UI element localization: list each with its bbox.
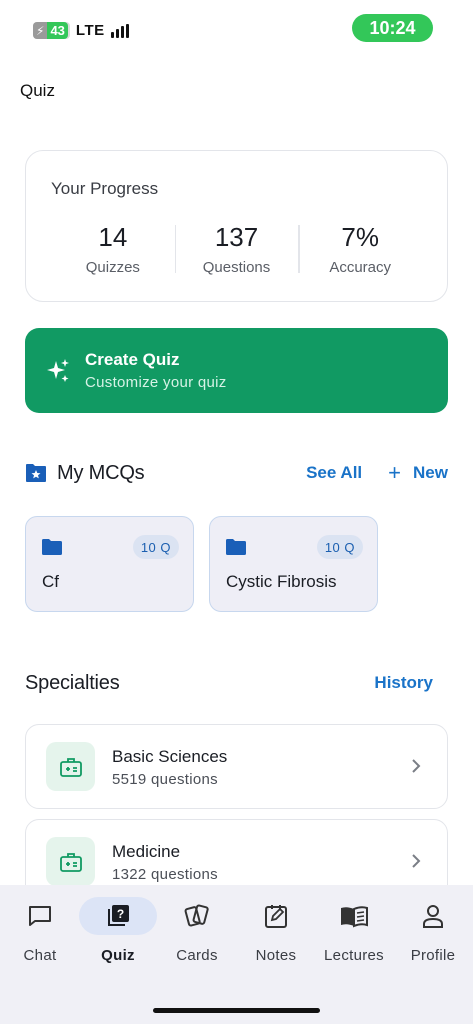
new-mcq-button[interactable]: + New <box>388 462 448 484</box>
my-mcqs-actions: See All + New <box>306 462 448 484</box>
battery-indicator: ⚡ 43 <box>33 22 70 39</box>
specialties-actions: History <box>374 673 448 693</box>
book-icon <box>315 897 393 935</box>
create-quiz-button[interactable]: Create Quiz Customize your quiz <box>25 328 448 413</box>
sparkles-icon <box>47 359 69 382</box>
my-mcqs-header: My MCQs See All + New <box>25 460 448 486</box>
progress-card: Your Progress 14 Quizzes 137 Questions 7… <box>25 150 448 302</box>
status-left: ⚡ 43 LTE <box>33 22 129 39</box>
my-mcqs-title: My MCQs <box>57 461 145 484</box>
tab-lectures[interactable]: Lectures <box>315 897 393 977</box>
stat-value: 14 <box>98 222 128 252</box>
new-label: New <box>413 463 448 482</box>
specialty-name: Basic Sciences <box>112 747 228 766</box>
tab-label: Lectures <box>324 947 384 964</box>
folder-icon <box>226 539 246 555</box>
stat-label: Questions <box>202 259 271 276</box>
stat-label: Quizzes <box>85 259 140 276</box>
specialty-count: 5519 questions <box>112 771 218 788</box>
folder-star-icon <box>26 464 46 482</box>
folder-icon <box>42 539 62 555</box>
stat-value: 137 <box>214 222 259 252</box>
status-time[interactable]: 10:24 <box>352 14 433 42</box>
home-indicator[interactable] <box>153 1008 320 1013</box>
medical-id-icon <box>46 837 95 886</box>
charging-icon: ⚡ <box>33 22 48 39</box>
folder-name: Cystic Fibrosis <box>226 572 337 591</box>
history-link[interactable]: History <box>374 673 433 693</box>
specialty-count: 1322 questions <box>112 866 218 883</box>
chevron-right-icon <box>412 759 421 773</box>
battery-level: 43 <box>47 22 68 39</box>
specialty-card[interactable]: Basic Sciences 5519 questions <box>25 724 448 809</box>
bottom-tab-bar: Chat ? Quiz Cards Notes Lectures Profile <box>0 885 473 1024</box>
mcq-folder-card[interactable]: 10 Q Cystic Fibrosis <box>209 516 378 612</box>
specialties-title: Specialties <box>25 671 120 694</box>
tab-notes[interactable]: Notes <box>237 897 315 977</box>
see-all-link[interactable]: See All <box>306 463 362 483</box>
tab-chat[interactable]: Chat <box>1 897 79 977</box>
mcq-folder-card[interactable]: 10 Q Cf <box>25 516 194 612</box>
tab-label: Profile <box>410 947 456 964</box>
create-quiz-title: Create Quiz <box>85 350 180 369</box>
plus-icon: + <box>388 460 402 485</box>
tab-label: Cards <box>176 947 218 964</box>
profile-icon <box>394 897 472 935</box>
stat-questions: 137 Questions <box>174 221 299 276</box>
stat-accuracy: 7% Accuracy <box>298 221 422 276</box>
question-count-badge: 10 Q <box>316 535 363 559</box>
chevron-right-icon <box>412 854 421 868</box>
medical-id-icon <box>46 742 95 791</box>
page-title: Quiz <box>20 81 55 100</box>
specialties-header: Specialties History <box>25 670 448 696</box>
cards-icon <box>158 897 236 935</box>
question-count-badge: 10 Q <box>132 535 179 559</box>
status-bar: ⚡ 43 LTE 10:24 <box>0 0 473 56</box>
folder-name: Cf <box>42 572 59 591</box>
tab-label: Notes <box>255 947 297 964</box>
stat-label: Accuracy <box>329 259 392 276</box>
notes-icon <box>237 897 315 935</box>
tab-cards[interactable]: Cards <box>158 897 236 977</box>
chat-icon <box>1 897 79 935</box>
progress-title: Your Progress <box>51 179 159 198</box>
create-quiz-subtitle: Customize your quiz <box>85 374 227 391</box>
tab-label: Chat <box>23 947 57 964</box>
quiz-icon: ? <box>79 897 157 935</box>
tab-label: Quiz <box>101 947 135 964</box>
signal-icon <box>110 23 129 38</box>
specialty-name: Medicine <box>112 842 181 861</box>
tab-profile[interactable]: Profile <box>394 897 472 977</box>
stat-quizzes: 14 Quizzes <box>51 221 175 276</box>
tab-quiz[interactable]: ? Quiz <box>79 897 157 977</box>
progress-stats: 14 Quizzes 137 Questions 7% Accuracy <box>51 221 422 276</box>
network-type: LTE <box>75 22 105 39</box>
svg-text:?: ? <box>117 907 124 921</box>
stat-value: 7% <box>341 222 379 252</box>
